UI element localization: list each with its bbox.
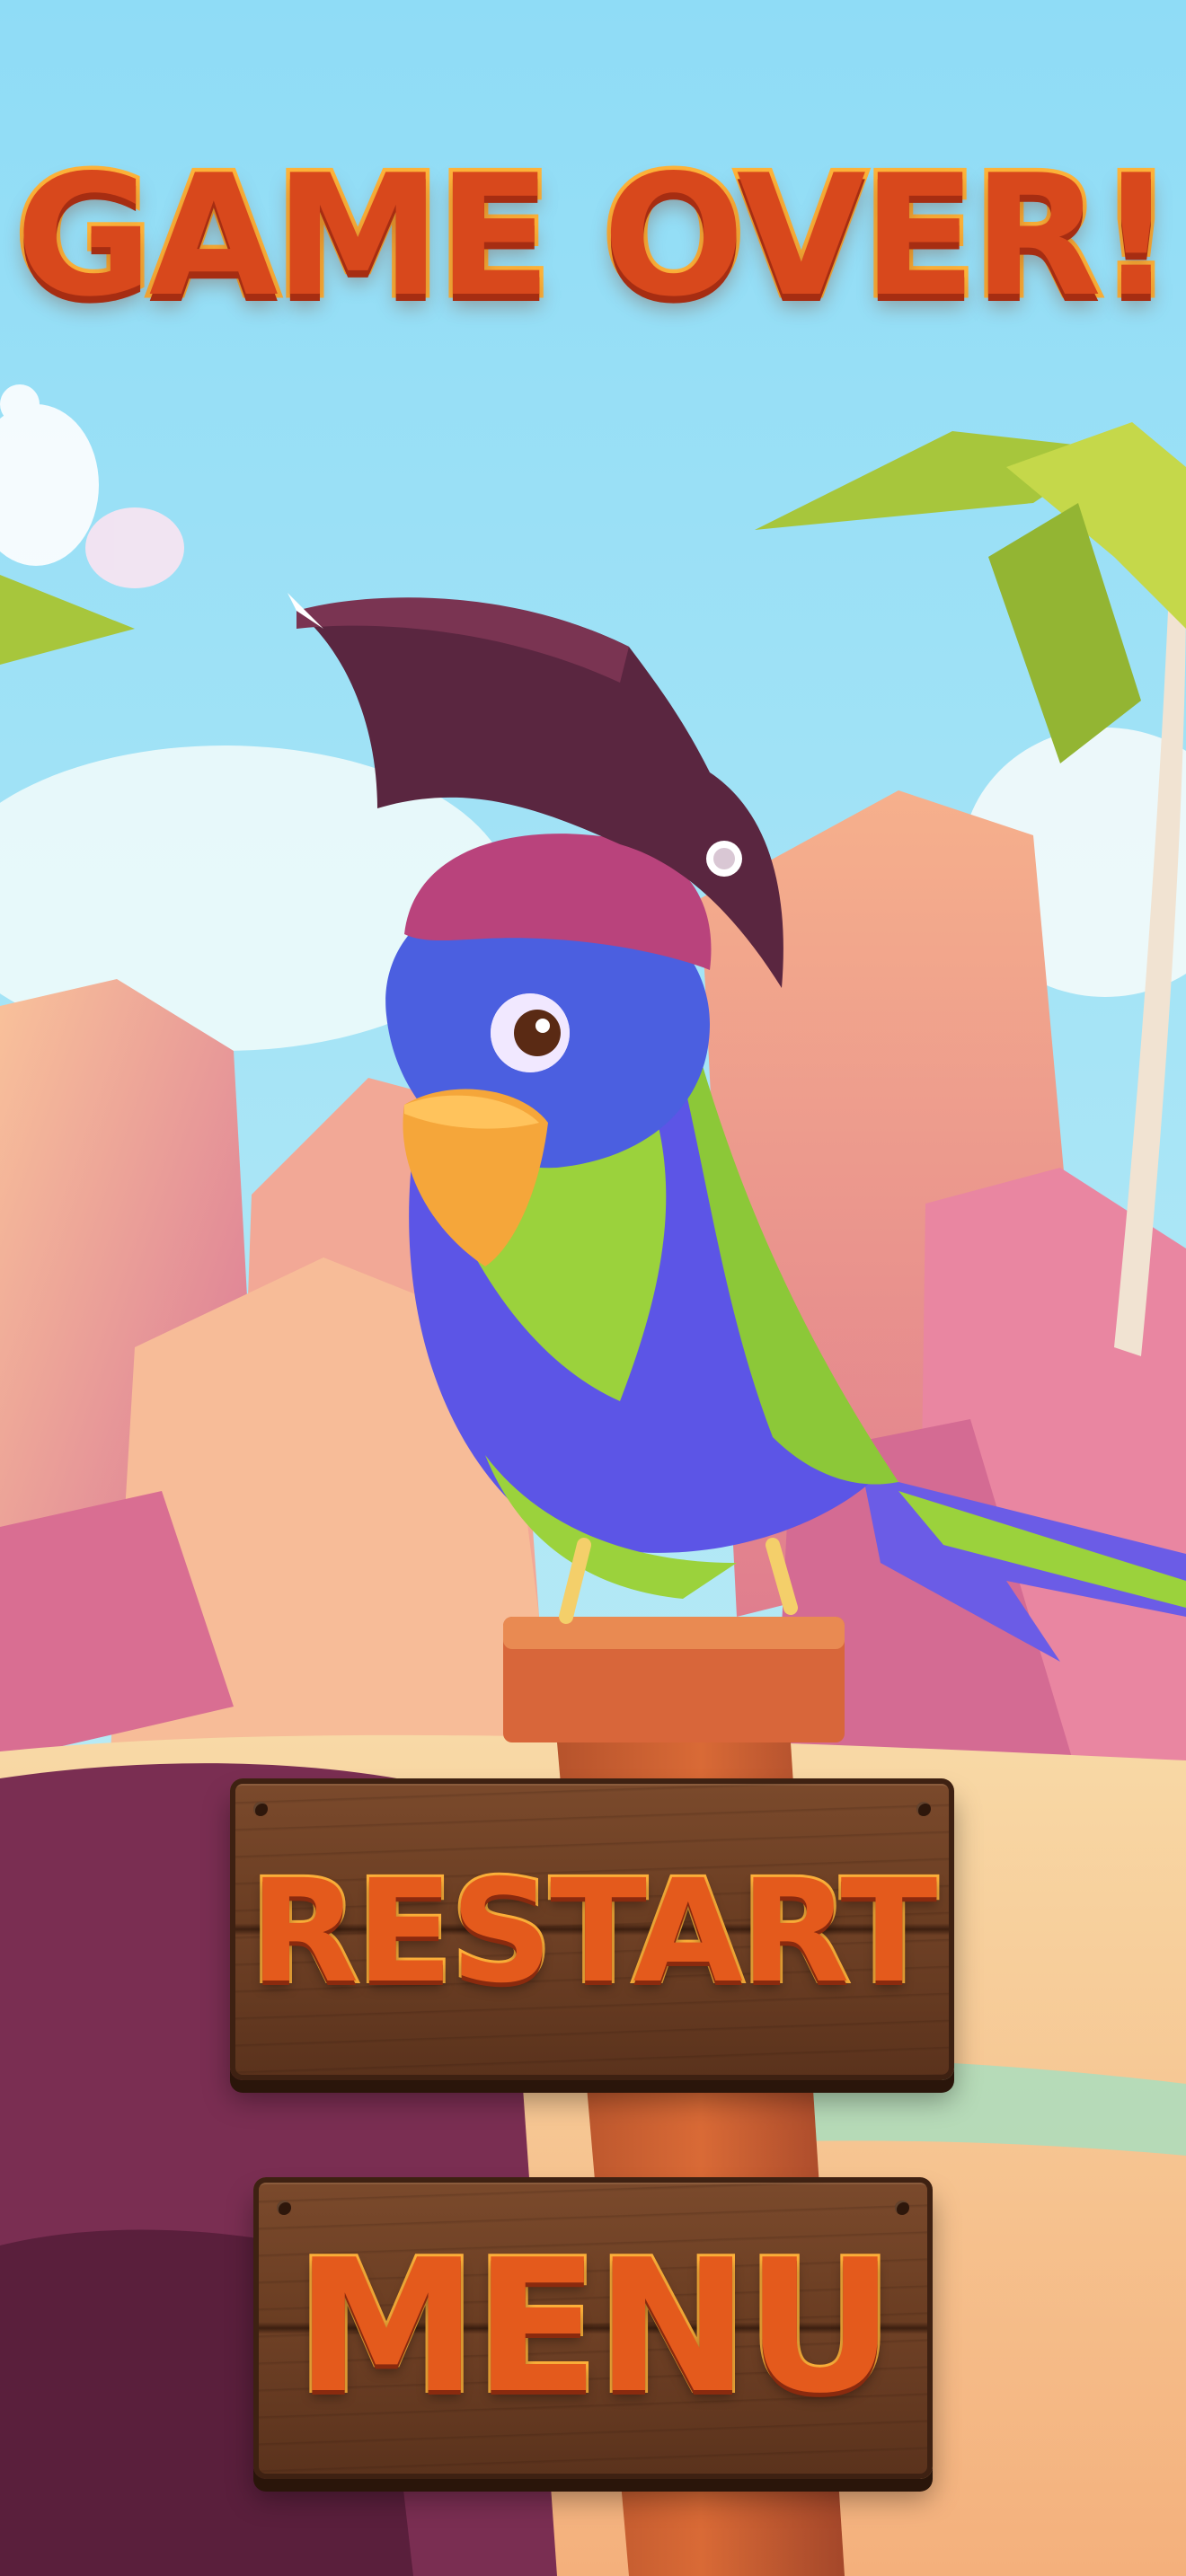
game-over-title: GAME OVER!	[12, 138, 1179, 333]
game-over-screen: GAME OVER! RESTART MENU	[0, 0, 1186, 2576]
menu-button[interactable]: MENU	[253, 2177, 933, 2479]
menu-button-label: MENU	[293, 2221, 898, 2434]
restart-button-label: RESTART	[247, 1849, 941, 2015]
restart-button[interactable]: RESTART	[230, 1778, 954, 2080]
